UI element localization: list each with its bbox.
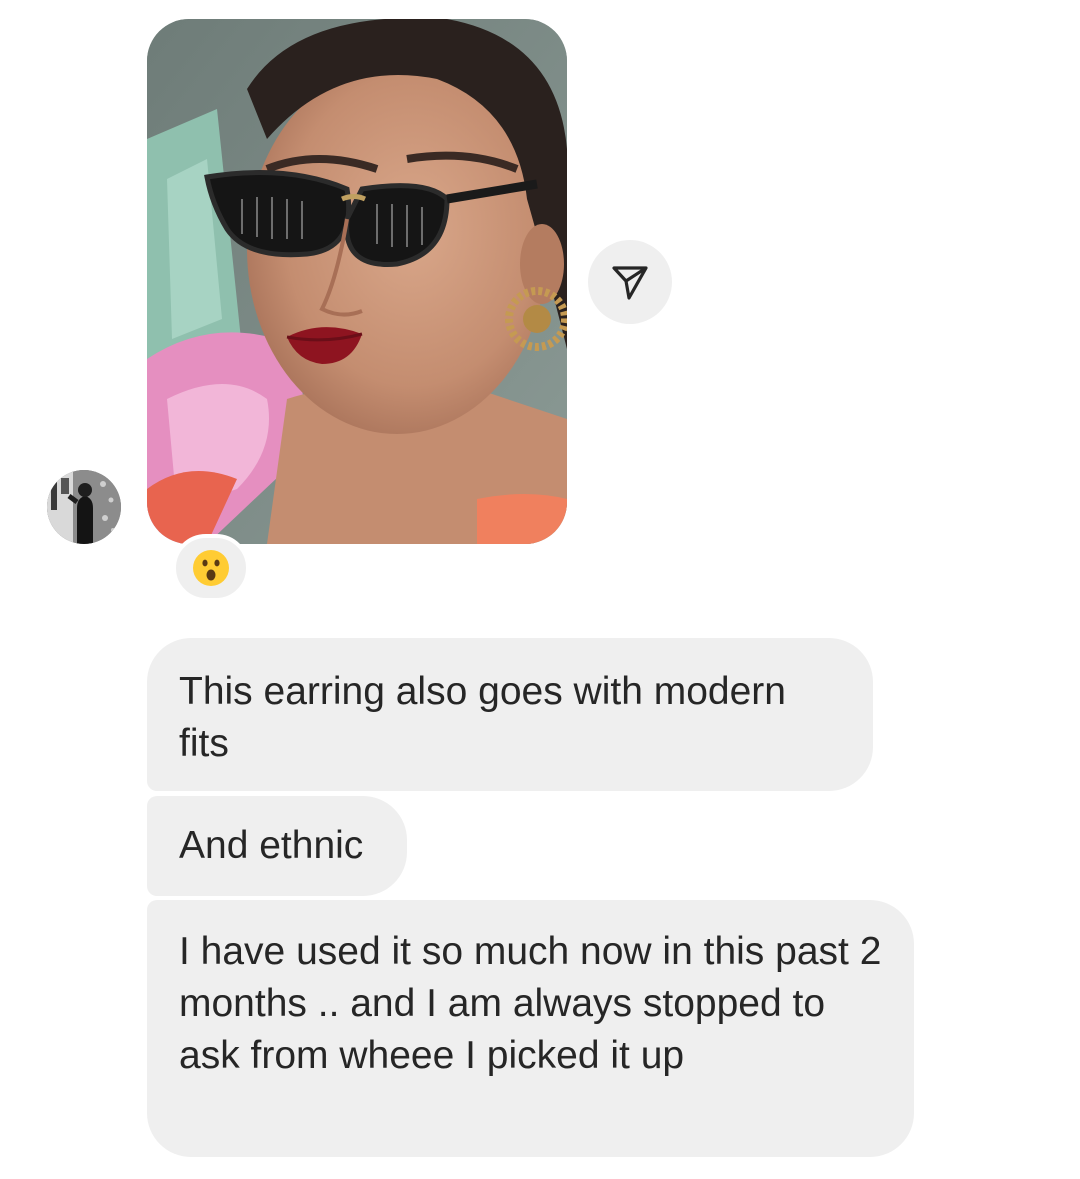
message-text: And ethnic	[179, 824, 364, 867]
message-bubble[interactable]: And ethnic	[147, 796, 407, 896]
message-bubble[interactable]: I have used it so much now in this past …	[147, 900, 914, 1157]
avatar[interactable]	[47, 470, 121, 544]
paper-plane-icon	[612, 266, 648, 300]
message-text: I have used it so much now in this past …	[179, 930, 882, 1077]
reaction-pill[interactable]	[172, 534, 250, 602]
share-button[interactable]	[588, 240, 672, 324]
photo-message[interactable]	[147, 19, 567, 544]
surprised-face-emoji	[193, 550, 229, 586]
message-text: This earring also goes with modern fits	[179, 670, 786, 765]
message-bubble[interactable]: This earring also goes with modern fits	[147, 638, 873, 791]
avatar-photo	[47, 470, 121, 544]
selfie-photo	[147, 19, 567, 544]
